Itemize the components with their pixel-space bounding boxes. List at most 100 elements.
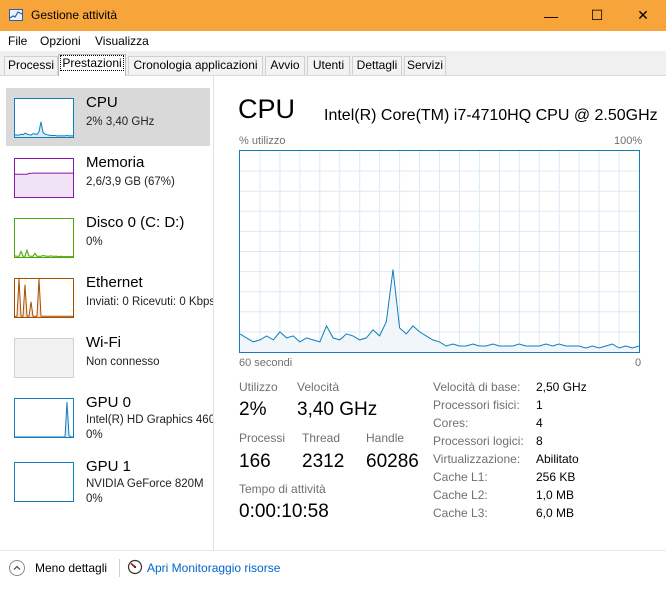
open-resource-monitor-link[interactable]: Apri Monitoraggio risorse xyxy=(147,561,280,575)
menu-opzioni[interactable]: Opzioni xyxy=(40,34,81,48)
spec-label-logical-processors: Processori logici: xyxy=(433,434,524,448)
sidebar-item-name: Ethernet xyxy=(86,274,143,291)
spec-label-virtualization: Virtualizzazione: xyxy=(433,452,521,466)
tab-avvio[interactable]: Avvio xyxy=(265,56,305,75)
tab-cronologia-applicazioni[interactable]: Cronologia applicazioni xyxy=(128,56,263,75)
task-manager-icon xyxy=(9,9,23,21)
gpu1-mini-graph xyxy=(14,462,74,502)
cpu-detail-panel: CPU Intel(R) Core(TM) i7-4710HQ CPU @ 2.… xyxy=(214,76,666,550)
processes-label: Processi xyxy=(239,431,286,445)
sidebar-item-detail: 2% 3,40 GHz xyxy=(86,116,155,128)
minimize-button[interactable]: — xyxy=(528,0,574,31)
menu-visualizza[interactable]: Visualizza xyxy=(95,34,149,48)
footer-bar: Meno dettagli Apri Monitoraggio risorse xyxy=(0,550,666,594)
spec-label-cache-l3: Cache L3: xyxy=(433,506,488,520)
tab-label: Utenti xyxy=(312,58,345,72)
spec-value-virtualization: Abilitato xyxy=(536,452,579,466)
threads-label: Thread xyxy=(302,431,341,445)
sidebar-item-cpu[interactable]: CPU 2% 3,40 GHz xyxy=(6,88,210,146)
graph-y-max-label: 100% xyxy=(614,135,643,147)
sidebar-item-detail: Inviati: 0 Ricevuti: 0 Kbps xyxy=(86,296,214,308)
sidebar-item-gpu0[interactable]: GPU 0 Intel(R) HD Graphics 4600 0% xyxy=(6,388,213,446)
tab-label: Prestazioni xyxy=(60,55,124,71)
sidebar-item-name: Memoria xyxy=(86,154,145,171)
fewer-details-button[interactable]: Meno dettagli xyxy=(35,561,107,575)
tab-label: Dettagli xyxy=(356,58,398,72)
tab-label: Avvio xyxy=(270,58,300,72)
disk-mini-graph xyxy=(14,218,74,258)
spec-value-sockets: 1 xyxy=(536,398,543,412)
memory-mini-graph-svg xyxy=(15,172,73,197)
speed-value: 3,40 GHz xyxy=(297,399,378,420)
sidebar-item-memoria[interactable]: Memoria 2,6/3,9 GB (67%) xyxy=(6,148,210,206)
footer-separator xyxy=(119,559,120,577)
spec-label-sockets: Processori fisici: xyxy=(433,398,520,412)
cpu-model-name: Intel(R) Core(TM) i7-4710HQ CPU @ 2.50GH… xyxy=(324,107,658,124)
spec-label-base-speed: Velocità di base: xyxy=(433,380,521,394)
cpu-usage-graph-svg xyxy=(240,151,639,352)
window-title: Gestione attività xyxy=(31,8,118,22)
graph-x-min-label: 0 xyxy=(635,357,642,369)
maximize-button[interactable]: ☐ xyxy=(574,0,620,31)
spec-label-cache-l1: Cache L1: xyxy=(433,470,488,484)
sidebar-item-detail: 2,6/3,9 GB (67%) xyxy=(86,176,175,188)
ethernet-mini-graph-svg xyxy=(15,279,73,317)
sidebar-item-disco[interactable]: Disco 0 (C: D:) 0% xyxy=(6,208,210,266)
sidebar-item-ethernet[interactable]: Ethernet Inviati: 0 Ricevuti: 0 Kbps xyxy=(6,268,213,326)
spec-value-cores: 4 xyxy=(536,416,543,430)
resource-monitor-icon[interactable] xyxy=(127,559,143,575)
tab-bar: Processi Prestazioni Cronologia applicaz… xyxy=(0,51,666,76)
sidebar-item-detail: 0% xyxy=(86,236,103,248)
sidebar-item-detail: NVIDIA GeForce 820M xyxy=(86,478,204,490)
utilization-value: 2% xyxy=(239,399,267,420)
tab-processi[interactable]: Processi xyxy=(4,56,58,75)
uptime-value: 0:00:10:58 xyxy=(239,501,329,522)
graph-grid xyxy=(240,151,639,352)
resource-sidebar: CPU 2% 3,40 GHz Memoria 2,6/3,9 GB (67%)… xyxy=(0,76,214,550)
sidebar-item-name: Wi-Fi xyxy=(86,334,121,351)
menu-bar: File Opzioni Visualizza xyxy=(0,31,666,51)
memory-mini-graph xyxy=(14,158,74,198)
spec-value-cache-l3: 6,0 MB xyxy=(536,506,575,520)
title-bar[interactable]: Gestione attività — ☐ ✕ xyxy=(0,0,666,31)
graph-y-label: % utilizzo xyxy=(239,135,286,147)
panel-title: CPU xyxy=(238,94,296,124)
tab-prestazioni[interactable]: Prestazioni xyxy=(58,54,126,76)
spec-value-logical-processors: 8 xyxy=(536,434,543,448)
sidebar-item-wifi[interactable]: Wi-Fi Non connesso xyxy=(6,328,210,386)
threads-value: 2312 xyxy=(302,451,345,472)
spec-label-cache-l2: Cache L2: xyxy=(433,488,488,502)
sidebar-item-name: GPU 0 xyxy=(86,394,132,411)
sidebar-item-name: CPU xyxy=(86,94,118,111)
sidebar-item-name: GPU 1 xyxy=(86,458,132,475)
tab-servizi[interactable]: Servizi xyxy=(404,56,446,75)
close-button[interactable]: ✕ xyxy=(620,0,666,31)
cpu-usage-graph xyxy=(239,150,640,353)
tab-utenti[interactable]: Utenti xyxy=(307,56,350,75)
spec-value-cache-l2: 1,0 MB xyxy=(536,488,575,502)
spec-label-cores: Cores: xyxy=(433,416,469,430)
sidebar-item-detail: Intel(R) HD Graphics 4600 xyxy=(86,414,214,426)
tab-label: Servizi xyxy=(406,58,443,72)
utilization-label: Utilizzo xyxy=(239,380,278,394)
sidebar-item-name: Disco 0 (C: D:) xyxy=(86,214,185,231)
disk-mini-graph-svg xyxy=(15,248,73,257)
tab-label: Cronologia applicazioni xyxy=(133,58,258,72)
uptime-label: Tempo di attività xyxy=(239,482,326,496)
handles-label: Handle xyxy=(366,431,405,445)
chevron-up-icon[interactable] xyxy=(9,560,25,576)
cpu-mini-graph-svg xyxy=(15,121,73,137)
menu-file[interactable]: File xyxy=(8,34,27,48)
spec-value-cache-l1: 256 KB xyxy=(536,470,576,484)
speed-label: Velocità xyxy=(297,380,340,394)
tab-dettagli[interactable]: Dettagli xyxy=(352,56,402,75)
spec-value-base-speed: 2,50 GHz xyxy=(536,380,587,394)
ethernet-mini-graph xyxy=(14,278,74,318)
gpu0-mini-graph-svg xyxy=(15,401,73,437)
sidebar-item-gpu1[interactable]: GPU 1 NVIDIA GeForce 820M 0% xyxy=(6,452,210,510)
tab-label: Processi xyxy=(7,58,54,72)
sidebar-item-usage: 0% xyxy=(86,493,103,505)
graph-x-label: 60 secondi xyxy=(239,357,293,369)
gpu0-mini-graph xyxy=(14,398,74,438)
sidebar-item-usage: 0% xyxy=(86,429,103,441)
